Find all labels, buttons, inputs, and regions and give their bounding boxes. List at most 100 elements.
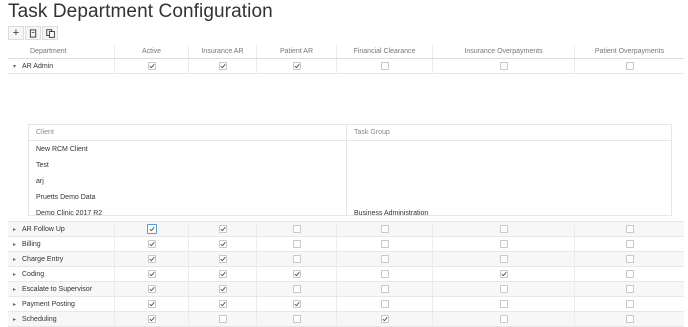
add-button[interactable]: + xyxy=(8,26,24,40)
patient-ar-checkbox[interactable] xyxy=(292,62,301,70)
insurance-ar-checkbox[interactable] xyxy=(218,62,227,70)
insurance-overpayments-cell xyxy=(432,222,574,236)
insurance-overpayments-checkbox[interactable] xyxy=(499,225,508,233)
table-row[interactable]: ▸ Coding xyxy=(8,267,684,282)
patient-ar-checkbox[interactable] xyxy=(292,315,301,323)
copy-icon xyxy=(45,28,55,38)
patient-ar-checkbox[interactable] xyxy=(292,255,301,263)
patient-overpayments-checkbox[interactable] xyxy=(625,300,634,308)
chevron-right-icon[interactable]: ▸ xyxy=(8,241,22,248)
insurance-overpayments-checkbox[interactable] xyxy=(499,315,508,323)
insurance-overpayments-checkbox[interactable] xyxy=(499,285,508,293)
financial-clearance-checkbox[interactable] xyxy=(380,62,389,70)
insurance-overpayments-checkbox[interactable] xyxy=(499,240,508,248)
financial-clearance-cell xyxy=(336,59,432,73)
patient-ar-checkbox[interactable] xyxy=(292,270,301,278)
active-checkbox[interactable] xyxy=(147,315,156,323)
department-cell: ▸ Coding xyxy=(8,267,114,281)
patient-overpayments-cell xyxy=(574,59,684,73)
table-row[interactable]: ▸ Scheduling xyxy=(8,312,684,327)
chevron-right-icon[interactable]: ▸ xyxy=(8,301,22,308)
table-row[interactable]: ▸ Billing xyxy=(8,237,684,252)
financial-clearance-checkbox[interactable] xyxy=(380,225,389,233)
financial-clearance-checkbox[interactable] xyxy=(380,285,389,293)
chevron-right-icon[interactable]: ▸ xyxy=(8,286,22,293)
financial-clearance-checkbox[interactable] xyxy=(380,240,389,248)
column-header-patient-ar[interactable]: Patient AR xyxy=(256,45,336,58)
toolbar: + xyxy=(8,26,58,40)
subtable-header-task-group: Task Group xyxy=(354,129,390,136)
patient-overpayments-checkbox[interactable] xyxy=(625,315,634,323)
patient-overpayments-cell xyxy=(574,312,684,326)
insurance-ar-checkbox[interactable] xyxy=(218,300,227,308)
table-row[interactable]: ▸ Escalate to Supervisor xyxy=(8,282,684,297)
active-checkbox[interactable] xyxy=(146,224,157,234)
active-checkbox[interactable] xyxy=(147,285,156,293)
patient-ar-checkbox[interactable] xyxy=(292,300,301,308)
department-name: Coding xyxy=(22,270,45,278)
insurance-ar-checkbox[interactable] xyxy=(218,240,227,248)
insurance-overpayments-cell xyxy=(432,282,574,296)
active-checkbox[interactable] xyxy=(147,62,156,70)
subtable-header-client: Client xyxy=(36,129,54,136)
active-checkbox[interactable] xyxy=(147,255,156,263)
active-checkbox[interactable] xyxy=(147,240,156,248)
patient-overpayments-checkbox[interactable] xyxy=(625,270,634,278)
financial-clearance-checkbox[interactable] xyxy=(380,300,389,308)
column-header-insurance-overpayments[interactable]: Insurance Overpayments xyxy=(432,45,574,58)
table-row[interactable]: ▸ AR Follow Up xyxy=(8,222,684,237)
column-header-department[interactable]: Department xyxy=(8,45,114,58)
patient-ar-checkbox[interactable] xyxy=(292,225,301,233)
insurance-overpayments-checkbox[interactable] xyxy=(499,300,508,308)
active-checkbox[interactable] xyxy=(147,270,156,278)
patient-overpayments-cell xyxy=(574,267,684,281)
department-cell: ▸ Charge Entry xyxy=(8,252,114,266)
table-row[interactable]: ▾ AR Admin xyxy=(8,59,684,74)
insurance-ar-checkbox[interactable] xyxy=(218,285,227,293)
patient-ar-cell xyxy=(256,282,336,296)
financial-clearance-checkbox[interactable] xyxy=(380,255,389,263)
patient-overpayments-checkbox[interactable] xyxy=(625,285,634,293)
insurance-ar-checkbox[interactable] xyxy=(218,225,227,233)
chevron-right-icon[interactable]: ▸ xyxy=(8,256,22,263)
insurance-overpayments-checkbox[interactable] xyxy=(499,62,508,70)
department-cell: ▸ AR Follow Up xyxy=(8,222,114,236)
chevron-right-icon[interactable]: ▸ xyxy=(8,271,22,278)
insurance-overpayments-checkbox[interactable] xyxy=(499,270,508,278)
column-header-active[interactable]: Active xyxy=(114,45,188,58)
client-name: New RCM Client xyxy=(36,146,88,153)
patient-ar-cell xyxy=(256,222,336,236)
patient-overpayments-checkbox[interactable] xyxy=(625,225,634,233)
table-row[interactable]: ▸ Payment Posting xyxy=(8,297,684,312)
table-row[interactable]: ▸ Charge Entry xyxy=(8,252,684,267)
chevron-right-icon[interactable]: ▸ xyxy=(8,316,22,323)
insurance-ar-cell xyxy=(188,297,256,311)
patient-overpayments-checkbox[interactable] xyxy=(625,240,634,248)
financial-clearance-cell xyxy=(336,252,432,266)
edit-button[interactable] xyxy=(25,26,41,40)
financial-clearance-checkbox[interactable] xyxy=(380,315,389,323)
patient-ar-cell xyxy=(256,267,336,281)
patient-ar-checkbox[interactable] xyxy=(292,240,301,248)
column-header-patient-overpayments[interactable]: Patient Overpayments xyxy=(574,45,684,58)
insurance-ar-cell xyxy=(188,222,256,236)
chevron-right-icon[interactable]: ▸ xyxy=(8,226,22,233)
active-cell xyxy=(114,267,188,281)
insurance-ar-checkbox[interactable] xyxy=(218,315,227,323)
department-rows: ▸ AR Follow Up ▸ Billing ▸ Charge Entry ▸ Codin… xyxy=(8,222,684,327)
insurance-ar-checkbox[interactable] xyxy=(218,255,227,263)
patient-ar-checkbox[interactable] xyxy=(292,285,301,293)
patient-ar-cell xyxy=(256,312,336,326)
chevron-down-icon[interactable]: ▾ xyxy=(8,63,22,70)
insurance-ar-cell xyxy=(188,59,256,73)
active-checkbox[interactable] xyxy=(147,300,156,308)
patient-overpayments-checkbox[interactable] xyxy=(625,62,634,70)
patient-overpayments-checkbox[interactable] xyxy=(625,255,634,263)
copy-button[interactable] xyxy=(42,26,58,40)
column-header-insurance-ar[interactable]: Insurance AR xyxy=(188,45,256,58)
patient-overpayments-cell xyxy=(574,282,684,296)
insurance-overpayments-checkbox[interactable] xyxy=(499,255,508,263)
insurance-ar-checkbox[interactable] xyxy=(218,270,227,278)
column-header-financial-clearance[interactable]: Financial Clearance xyxy=(336,45,432,58)
financial-clearance-checkbox[interactable] xyxy=(380,270,389,278)
